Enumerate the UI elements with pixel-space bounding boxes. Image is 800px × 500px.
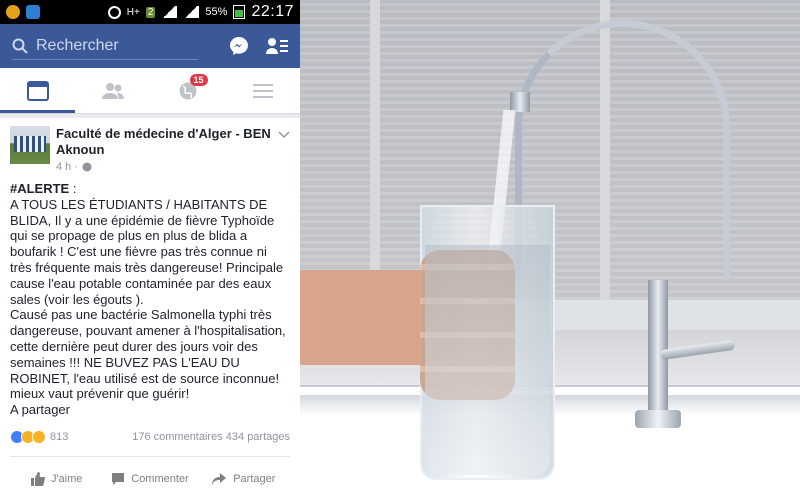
page-name[interactable]: Faculté de médecine d'Alger - BEN Aknoun <box>56 126 278 158</box>
comment-label: Commenter <box>131 472 189 485</box>
battery-icon <box>233 5 246 19</box>
post-header: Faculté de médecine d'Alger - BEN Aknoun… <box>0 118 300 173</box>
faucet-spout <box>510 92 530 112</box>
post-paragraph-2: Causé pas une bactérie Salmonella typhi … <box>10 307 286 402</box>
network-type: H+ <box>126 6 140 18</box>
friends-icon <box>101 82 124 99</box>
hashtag[interactable]: #ALERTE <box>10 181 69 196</box>
faucet-lever <box>659 339 736 361</box>
tap-water-photo <box>300 0 800 500</box>
clock: 22:17 <box>251 3 294 20</box>
newsfeed-icon <box>26 80 49 101</box>
post-body: #ALERTE : A TOUS LES ÉTUDIANTS / HABITAN… <box>0 173 300 418</box>
tab-friends[interactable] <box>75 68 150 113</box>
status-bar: H+ 2 55% 22:17 <box>0 0 300 24</box>
glass-water <box>425 245 550 475</box>
search-icon <box>12 38 28 54</box>
comment-icon <box>112 472 125 485</box>
post-paragraph-3: A partager <box>10 402 70 418</box>
post-card: Faculté de médecine d'Alger - BEN Aknoun… <box>0 118 300 500</box>
signal-icon-2 <box>183 6 200 18</box>
reactions-row: 813 176 commentaires 434 partages <box>10 430 290 444</box>
like-label: J'aime <box>50 472 83 485</box>
chat-app-icon <box>6 5 20 19</box>
comment-button[interactable]: Commenter <box>103 472 196 486</box>
tab-notifications[interactable]: 15 <box>150 68 225 113</box>
post-time[interactable]: 4 h · <box>56 161 78 173</box>
messenger-icon[interactable] <box>228 35 250 57</box>
menu-icon <box>252 83 273 98</box>
battery-percent: 55% <box>205 6 228 18</box>
alarm-icon <box>107 5 121 19</box>
tab-menu[interactable] <box>225 68 300 113</box>
phone-screenshot: H+ 2 55% 22:17 Rechercher 15 Faculté de … <box>0 0 300 500</box>
tab-news-feed[interactable] <box>0 68 75 113</box>
window-frame <box>370 0 380 310</box>
like-button[interactable]: J'aime <box>10 471 103 486</box>
share-button[interactable]: Partager <box>197 472 290 486</box>
globe-privacy-icon <box>82 162 92 172</box>
share-icon <box>212 472 227 485</box>
share-label: Partager <box>233 472 276 485</box>
faucet-base <box>635 410 681 428</box>
signal-icon <box>161 6 178 18</box>
search-field[interactable]: Rechercher <box>12 32 198 60</box>
post-actions: J'aime Commenter Partager <box>10 456 290 500</box>
hashtag-suffix: : <box>69 181 77 196</box>
thumbs-up-icon <box>30 471 45 486</box>
facebook-header: Rechercher <box>0 24 300 68</box>
sad-reaction-icon <box>32 430 46 444</box>
chevron-down-icon[interactable] <box>278 128 290 140</box>
wifi-icon <box>26 5 40 19</box>
page-avatar[interactable] <box>10 126 50 164</box>
post-meta: 4 h · <box>56 161 278 173</box>
sim-number: 2 <box>145 6 156 18</box>
tab-bar: 15 <box>0 68 300 114</box>
shares-count[interactable]: 434 partages <box>226 431 290 443</box>
post-paragraph-1: A TOUS LES ÉTUDIANTS / HABITANTS DE BLID… <box>10 196 284 307</box>
reactions-count[interactable]: 813 <box>50 431 68 443</box>
friend-requests-icon[interactable] <box>266 35 288 57</box>
comments-count[interactable]: 176 commentaires <box>132 431 223 443</box>
notification-badge: 15 <box>189 74 208 86</box>
search-placeholder: Rechercher <box>36 36 119 54</box>
